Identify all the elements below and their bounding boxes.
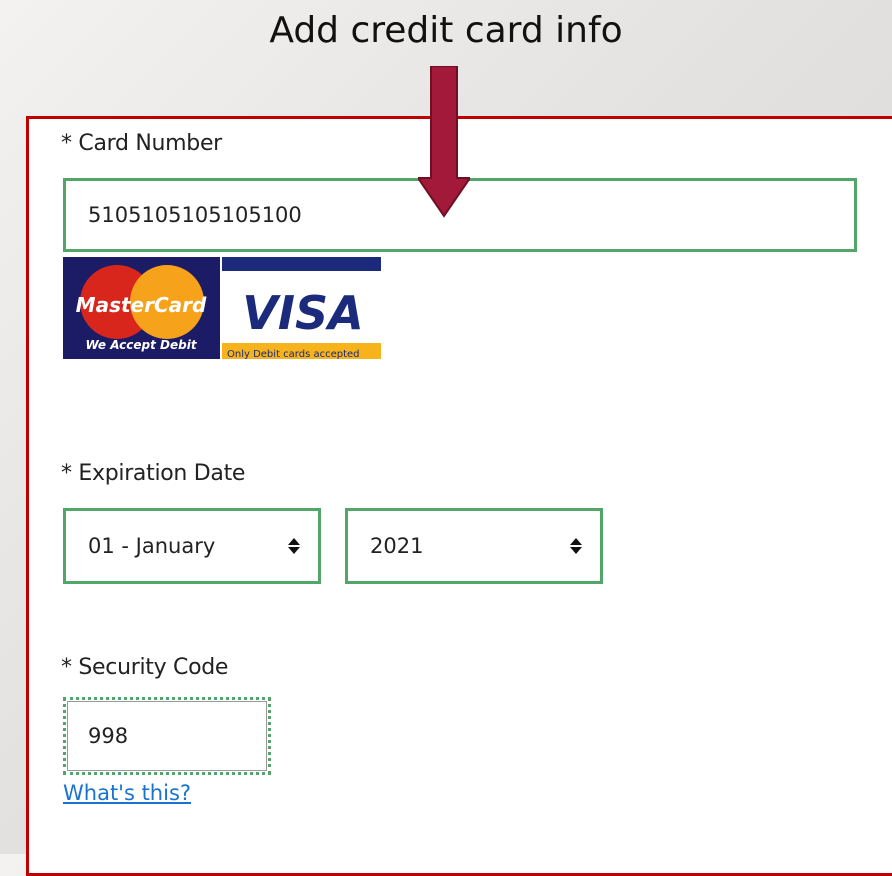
expiration-month-value: 01 - January (88, 534, 216, 558)
expiration-date-label: * Expiration Date (61, 461, 246, 486)
visa-text: VISA (242, 286, 363, 340)
mastercard-text: MasterCard (76, 293, 207, 317)
payment-form-panel: * Card Number 5105105105105100 MasterCar… (26, 116, 892, 876)
security-code-value: 998 (88, 724, 129, 748)
slide-title: Add credit card info (269, 10, 623, 51)
expiration-year-value: 2021 (370, 534, 424, 558)
expiration-year-select[interactable]: 2021 (345, 508, 603, 584)
select-arrows-icon (570, 538, 582, 554)
mastercard-logo: MasterCard We Accept Debit (63, 257, 220, 359)
mastercard-tagline: We Accept Debit (85, 338, 197, 352)
visa-tagline: Only Debit cards accepted (227, 349, 360, 359)
expiration-month-select[interactable]: 01 - January (63, 508, 321, 584)
security-code-label: * Security Code (61, 655, 229, 680)
whats-this-link[interactable]: What's this? (63, 781, 191, 805)
card-number-value: 5105105105105100 (88, 203, 302, 227)
accepted-cards-logos: MasterCard We Accept Debit VISA Only Deb… (63, 257, 381, 359)
down-arrow-icon (418, 66, 470, 218)
visa-logo: VISA Only Debit cards accepted (222, 257, 381, 359)
security-code-input[interactable]: 998 (63, 697, 271, 775)
select-arrows-icon (288, 538, 300, 554)
card-number-label: * Card Number (61, 131, 222, 156)
